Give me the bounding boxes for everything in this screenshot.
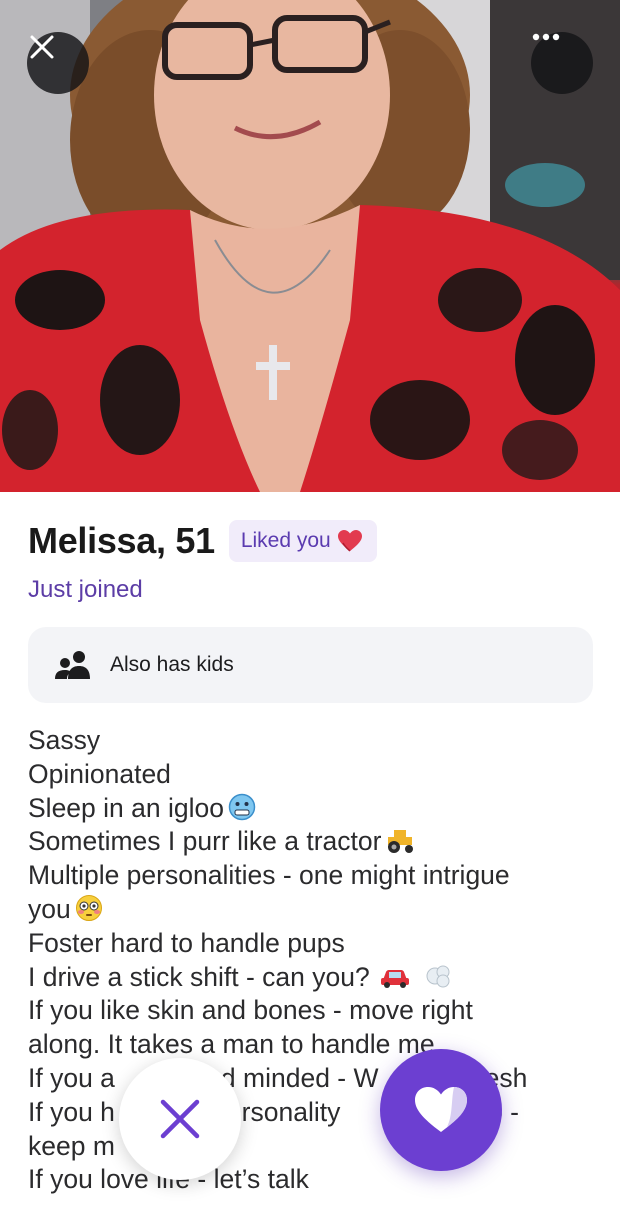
kids-detail-card: Also has kids	[28, 627, 593, 703]
bio-line: If you ad minded - Wmesh	[28, 1062, 528, 1093]
profile-photo[interactable]	[0, 0, 620, 492]
bio-line: If you love life - let’s talk	[28, 1164, 309, 1195]
liked-you-badge: Liked you	[228, 520, 377, 562]
bio-line: If you like skin and bones - move right	[28, 995, 473, 1026]
x-icon	[160, 1099, 200, 1139]
liked-you-label: Liked you	[240, 529, 331, 552]
more-options-button[interactable]	[531, 32, 593, 94]
more-dots-icon	[532, 33, 560, 41]
heart-icon	[415, 1087, 467, 1132]
heart-emoji-icon	[337, 530, 362, 552]
car-emoji-icon	[380, 969, 409, 988]
kids-label: Also has kids	[110, 653, 234, 676]
bio-line: keep m	[28, 1130, 115, 1161]
close-button[interactable]	[27, 32, 89, 94]
cold-face-emoji-icon	[228, 793, 256, 820]
dash-emoji-icon	[426, 965, 450, 988]
bio-line: you	[28, 893, 598, 927]
profile-name-age: Melissa, 51	[28, 520, 215, 561]
name-row: Melissa, 51 Liked you	[28, 520, 377, 562]
bio-line: along. It takes a man to handle me.	[28, 1029, 442, 1060]
bio-line: Multiple personalities - one might intri…	[28, 860, 510, 891]
bio-line: I drive a stick shift - can you?	[28, 961, 598, 995]
bio-text: Sassy Opinionated Sleep in an igloo Some…	[28, 724, 598, 1197]
people-icon	[55, 651, 90, 679]
bio-line: If you hersonalityop -	[28, 1096, 520, 1127]
bio-line: Sometimes I purr like a tractor	[28, 825, 598, 859]
bio-line: Foster hard to handle pups	[28, 927, 345, 958]
bio-line: Opinionated	[28, 758, 171, 789]
flushed-face-emoji-icon	[75, 894, 102, 921]
tractor-emoji-icon	[388, 830, 414, 854]
status-label: Just joined	[28, 576, 143, 603]
bio-line: Sleep in an igloo	[28, 792, 598, 826]
close-icon	[30, 35, 54, 59]
photo-illustration	[0, 0, 620, 492]
bio-line: Sassy	[28, 725, 101, 755]
like-button[interactable]	[380, 1049, 502, 1171]
pass-button[interactable]	[119, 1058, 241, 1180]
